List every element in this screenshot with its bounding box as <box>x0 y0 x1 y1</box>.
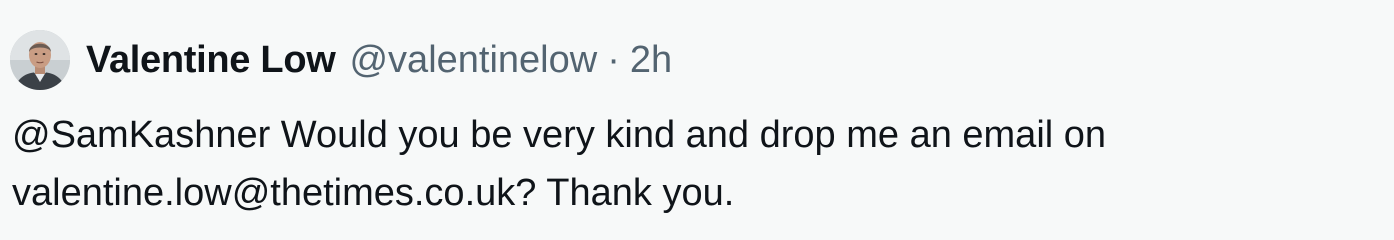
header-separator: · <box>607 38 620 81</box>
tweet-text-line-2: valentine.low@thetimes.co.uk? Thank you. <box>12 164 1372 222</box>
tweet: Valentine Low @valentinelow · 2h @SamKas… <box>0 0 1394 240</box>
tweet-text-line-1: @SamKashner Would you be very kind and d… <box>12 106 1372 164</box>
avatar[interactable] <box>10 30 70 90</box>
person-avatar-icon <box>10 30 70 90</box>
tweet-header: Valentine Low @valentinelow · 2h <box>10 28 672 92</box>
author-name[interactable]: Valentine Low <box>86 39 336 82</box>
tweet-timestamp[interactable]: 2h <box>630 39 672 82</box>
author-handle[interactable]: @valentinelow <box>349 39 597 82</box>
tweet-text: @SamKashner Would you be very kind and d… <box>12 106 1372 222</box>
mention-link[interactable]: @SamKashner <box>12 114 270 156</box>
email-address: valentine.low@thetimes.co.uk <box>12 172 516 214</box>
tweet-text-line-1-rest: Would you be very kind and drop me an em… <box>270 114 1107 156</box>
tweet-text-line-2-rest: ? Thank you. <box>515 172 735 214</box>
